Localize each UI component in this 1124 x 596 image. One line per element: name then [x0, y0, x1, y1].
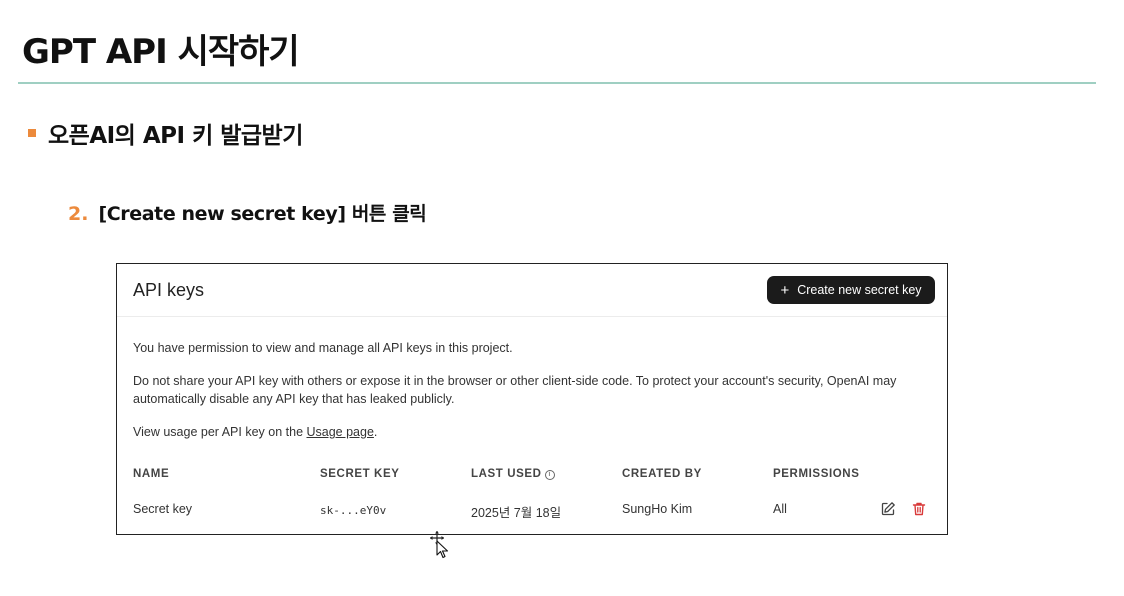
api-keys-panel: API keys + Create new secret key You hav… [116, 263, 948, 535]
create-button-label: Create new secret key [797, 283, 922, 297]
panel-title: API keys [133, 280, 205, 300]
info-icon[interactable]: i [544, 470, 555, 480]
column-header-secret-key: SECRET KEY [320, 468, 400, 480]
trash-icon[interactable] [911, 501, 927, 517]
usage-page-link[interactable]: Usage page [307, 425, 374, 439]
plus-icon: + [780, 281, 790, 299]
panel-header: API keys + Create new secret key [117, 264, 947, 317]
title-divider [18, 82, 1096, 84]
row-name: Secret key [133, 502, 193, 516]
create-new-secret-key-button[interactable]: + Create new secret key [767, 276, 935, 304]
row-secret-key: sk-...eY0v [320, 504, 387, 517]
edit-icon[interactable] [880, 501, 896, 517]
step-number: 2. [68, 203, 89, 225]
row-last-used: 2025년 7월 18일 [471, 506, 562, 520]
step-heading: 2. [Create new secret key] 버튼 클릭 [68, 199, 427, 226]
row-permissions: All [773, 502, 787, 516]
row-created-by: SungHo Kim [622, 502, 693, 516]
bullet-heading: 오픈AI의 API 키 발급받기 [28, 116, 303, 150]
last-used-label: LAST USED [471, 468, 542, 480]
usage-text: View usage per API key on the Usage page… [133, 423, 933, 441]
permission-text: You have permission to view and manage a… [133, 341, 513, 355]
column-header-last-used: LAST USED i [471, 468, 555, 480]
column-header-created-by: CREATED BY [622, 468, 702, 480]
column-header-name: NAME [133, 468, 170, 480]
usage-text-prefix: View usage per API key on the [133, 425, 307, 439]
bullet-text: 오픈AI의 API 키 발급받기 [48, 123, 303, 149]
usage-text-suffix: . [373, 425, 378, 439]
step-text: [Create new secret key] 버튼 클릭 [98, 203, 427, 225]
move-cursor-icon [430, 531, 449, 559]
bullet-square-icon [28, 129, 36, 137]
slide-title: GPT API 시작하기 [22, 32, 300, 72]
column-header-permissions: PERMISSIONS [773, 468, 860, 480]
security-warning-text: Do not share your API key with others or… [133, 374, 897, 406]
